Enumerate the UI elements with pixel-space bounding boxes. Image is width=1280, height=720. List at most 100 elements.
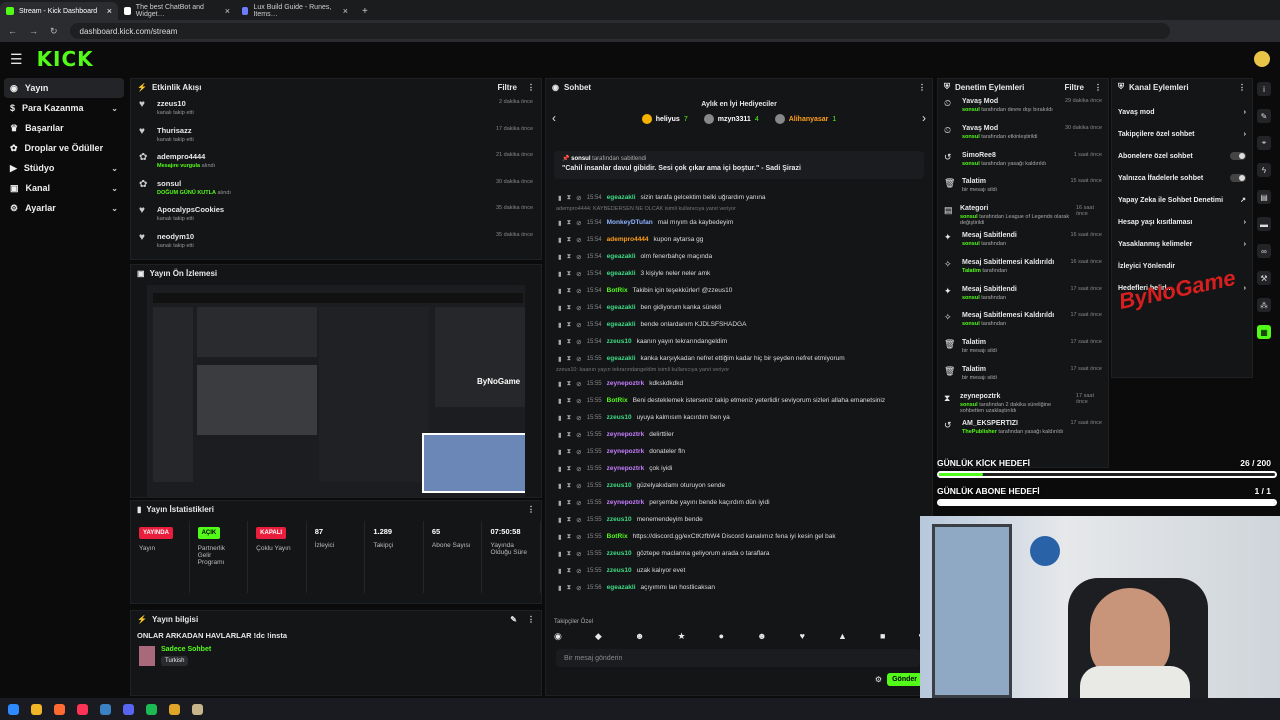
message-user[interactable]: zeynepoztrk: [607, 465, 645, 472]
trash-icon[interactable]: ▮: [558, 194, 562, 202]
message-user[interactable]: zeynepoztrk: [607, 448, 645, 455]
message-user[interactable]: BotRix: [607, 533, 628, 540]
ban-icon[interactable]: ⊘: [576, 516, 581, 524]
avatar[interactable]: [1254, 51, 1270, 67]
message-user[interactable]: zzeus10: [607, 550, 632, 557]
browser-tab[interactable]: The best ChatBot and Widget… ×: [118, 2, 236, 20]
activity-user[interactable]: Thurisazz: [157, 126, 194, 135]
gifter[interactable]: heliyus 7: [641, 114, 688, 124]
timeout-icon[interactable]: ⧗: [567, 338, 572, 346]
trash-icon[interactable]: ▮: [558, 516, 562, 524]
timeout-icon[interactable]: ⧗: [567, 253, 572, 261]
ban-icon[interactable]: ⊘: [576, 321, 581, 329]
kick-logo[interactable]: KICK: [37, 47, 94, 71]
timeout-icon[interactable]: ⧗: [567, 304, 572, 312]
timeout-icon[interactable]: ⧗: [567, 355, 572, 363]
mod-actor[interactable]: sonsul: [962, 161, 980, 167]
trash-icon[interactable]: ▮: [558, 567, 562, 575]
category-link[interactable]: Sadece Sohbet: [161, 646, 211, 653]
chevron-right-icon[interactable]: ›: [922, 111, 926, 125]
activity-filter-button[interactable]: Filtre: [497, 83, 517, 92]
reload-icon[interactable]: ↻: [50, 26, 58, 37]
browser-tab[interactable]: Stream - Kick Dashboard ×: [0, 2, 118, 20]
timeout-icon[interactable]: ⧗: [567, 414, 572, 422]
sidebar-item[interactable]: $ Para Kazanma ⌄: [0, 98, 128, 118]
mod-actor[interactable]: sonsul: [962, 107, 980, 113]
mod-actor[interactable]: sonsul: [962, 134, 980, 140]
trash-icon[interactable]: ▮: [558, 270, 562, 278]
hamburger-icon[interactable]: ☰: [10, 51, 23, 68]
message-user[interactable]: BotRix: [607, 287, 628, 294]
ban-icon[interactable]: ⊘: [576, 567, 581, 575]
message-user[interactable]: adempro4444: [607, 236, 649, 243]
edit-icon[interactable]: ✎: [510, 615, 517, 624]
timeout-icon[interactable]: ⧗: [567, 516, 572, 524]
ban-icon[interactable]: ⊘: [576, 338, 581, 346]
ban-icon[interactable]: ⊘: [576, 270, 581, 278]
message-user[interactable]: MonkeyDTufan: [607, 219, 653, 226]
timeout-icon[interactable]: ⧗: [567, 397, 572, 405]
activity-user[interactable]: neodym10: [157, 232, 194, 241]
message-user[interactable]: egeazakli: [607, 584, 636, 591]
info-icon[interactable]: i: [1257, 82, 1271, 96]
mod-actor[interactable]: sonsul: [962, 295, 980, 301]
channel-action[interactable]: Yavaş mod ›: [1112, 101, 1252, 123]
ban-icon[interactable]: ⊘: [576, 304, 581, 312]
trash-icon[interactable]: ▮: [558, 380, 562, 388]
trash-icon[interactable]: ▮: [558, 338, 562, 346]
page-icon[interactable]: ▤: [1257, 190, 1271, 204]
sidebar-item[interactable]: ◉ Yayın: [4, 78, 124, 98]
close-icon[interactable]: ×: [343, 6, 348, 16]
ban-icon[interactable]: ⊘: [576, 550, 581, 558]
new-tab-icon[interactable]: +: [354, 6, 376, 20]
message-user[interactable]: zeynepoztrk: [607, 431, 645, 438]
share-icon[interactable]: ⁂: [1257, 298, 1271, 312]
ban-icon[interactable]: ⊘: [576, 236, 581, 244]
more-icon[interactable]: ⋮: [527, 615, 535, 624]
close-icon[interactable]: ×: [107, 6, 112, 16]
trash-icon[interactable]: ▮: [558, 499, 562, 507]
trash-icon[interactable]: ▮: [558, 236, 562, 244]
toggle-switch[interactable]: [1230, 152, 1246, 160]
timeout-icon[interactable]: ⧗: [567, 219, 572, 227]
trash-icon[interactable]: ▮: [558, 482, 562, 490]
more-icon[interactable]: ⋮: [527, 83, 535, 92]
more-icon[interactable]: ⋮: [1238, 83, 1246, 92]
more-icon[interactable]: ⋮: [918, 83, 926, 92]
timeout-icon[interactable]: ⧗: [567, 431, 572, 439]
timeout-icon[interactable]: ⧗: [567, 482, 572, 490]
sidebar-item[interactable]: ♛ Başarılar: [0, 118, 128, 138]
activity-user[interactable]: sonsul: [157, 179, 231, 188]
ban-icon[interactable]: ⊘: [576, 482, 581, 490]
sidebar-item[interactable]: ▶ Stüdyo ⌄: [0, 158, 128, 178]
timeout-icon[interactable]: ⧗: [567, 287, 572, 295]
message-user[interactable]: zeynepoztrk: [607, 499, 645, 506]
timeout-icon[interactable]: ⧗: [567, 465, 572, 473]
windows-start-icon[interactable]: [8, 703, 19, 715]
chrome-icon[interactable]: [169, 703, 180, 715]
channel-action[interactable]: Yapay Zeka ile Sohbet Denetimi ↗: [1112, 189, 1252, 211]
timeout-icon[interactable]: ⧗: [567, 236, 572, 244]
timeout-icon[interactable]: ⧗: [567, 567, 572, 575]
mod-filter-button[interactable]: Filtre: [1064, 83, 1084, 92]
message-user[interactable]: zzeus10: [607, 482, 632, 489]
link-icon[interactable]: ∞: [1257, 244, 1271, 258]
more-icon[interactable]: ⋮: [527, 505, 535, 514]
ban-icon[interactable]: ⊘: [576, 533, 581, 541]
pencil-icon[interactable]: ✎: [1257, 109, 1271, 123]
timeout-icon[interactable]: ⧗: [567, 194, 572, 202]
wrench-icon[interactable]: ⚒: [1257, 271, 1271, 285]
timeout-icon[interactable]: ⧗: [567, 380, 572, 388]
trash-icon[interactable]: ▮: [558, 355, 562, 363]
bubble-icon[interactable]: ▬: [1257, 217, 1271, 231]
sidebar-item[interactable]: ✿ Droplar ve Ödüller: [0, 138, 128, 158]
spotify-icon[interactable]: [146, 703, 157, 715]
trash-icon[interactable]: ▮: [558, 321, 562, 329]
trash-icon[interactable]: ▮: [558, 550, 562, 558]
trash-icon[interactable]: ▮: [558, 397, 562, 405]
trash-icon[interactable]: ▮: [558, 253, 562, 261]
explorer-icon[interactable]: [31, 703, 42, 715]
message-user[interactable]: egeazakli: [607, 355, 636, 362]
back-icon[interactable]: ←: [8, 26, 17, 36]
bolt-icon[interactable]: ϟ: [1257, 163, 1271, 177]
